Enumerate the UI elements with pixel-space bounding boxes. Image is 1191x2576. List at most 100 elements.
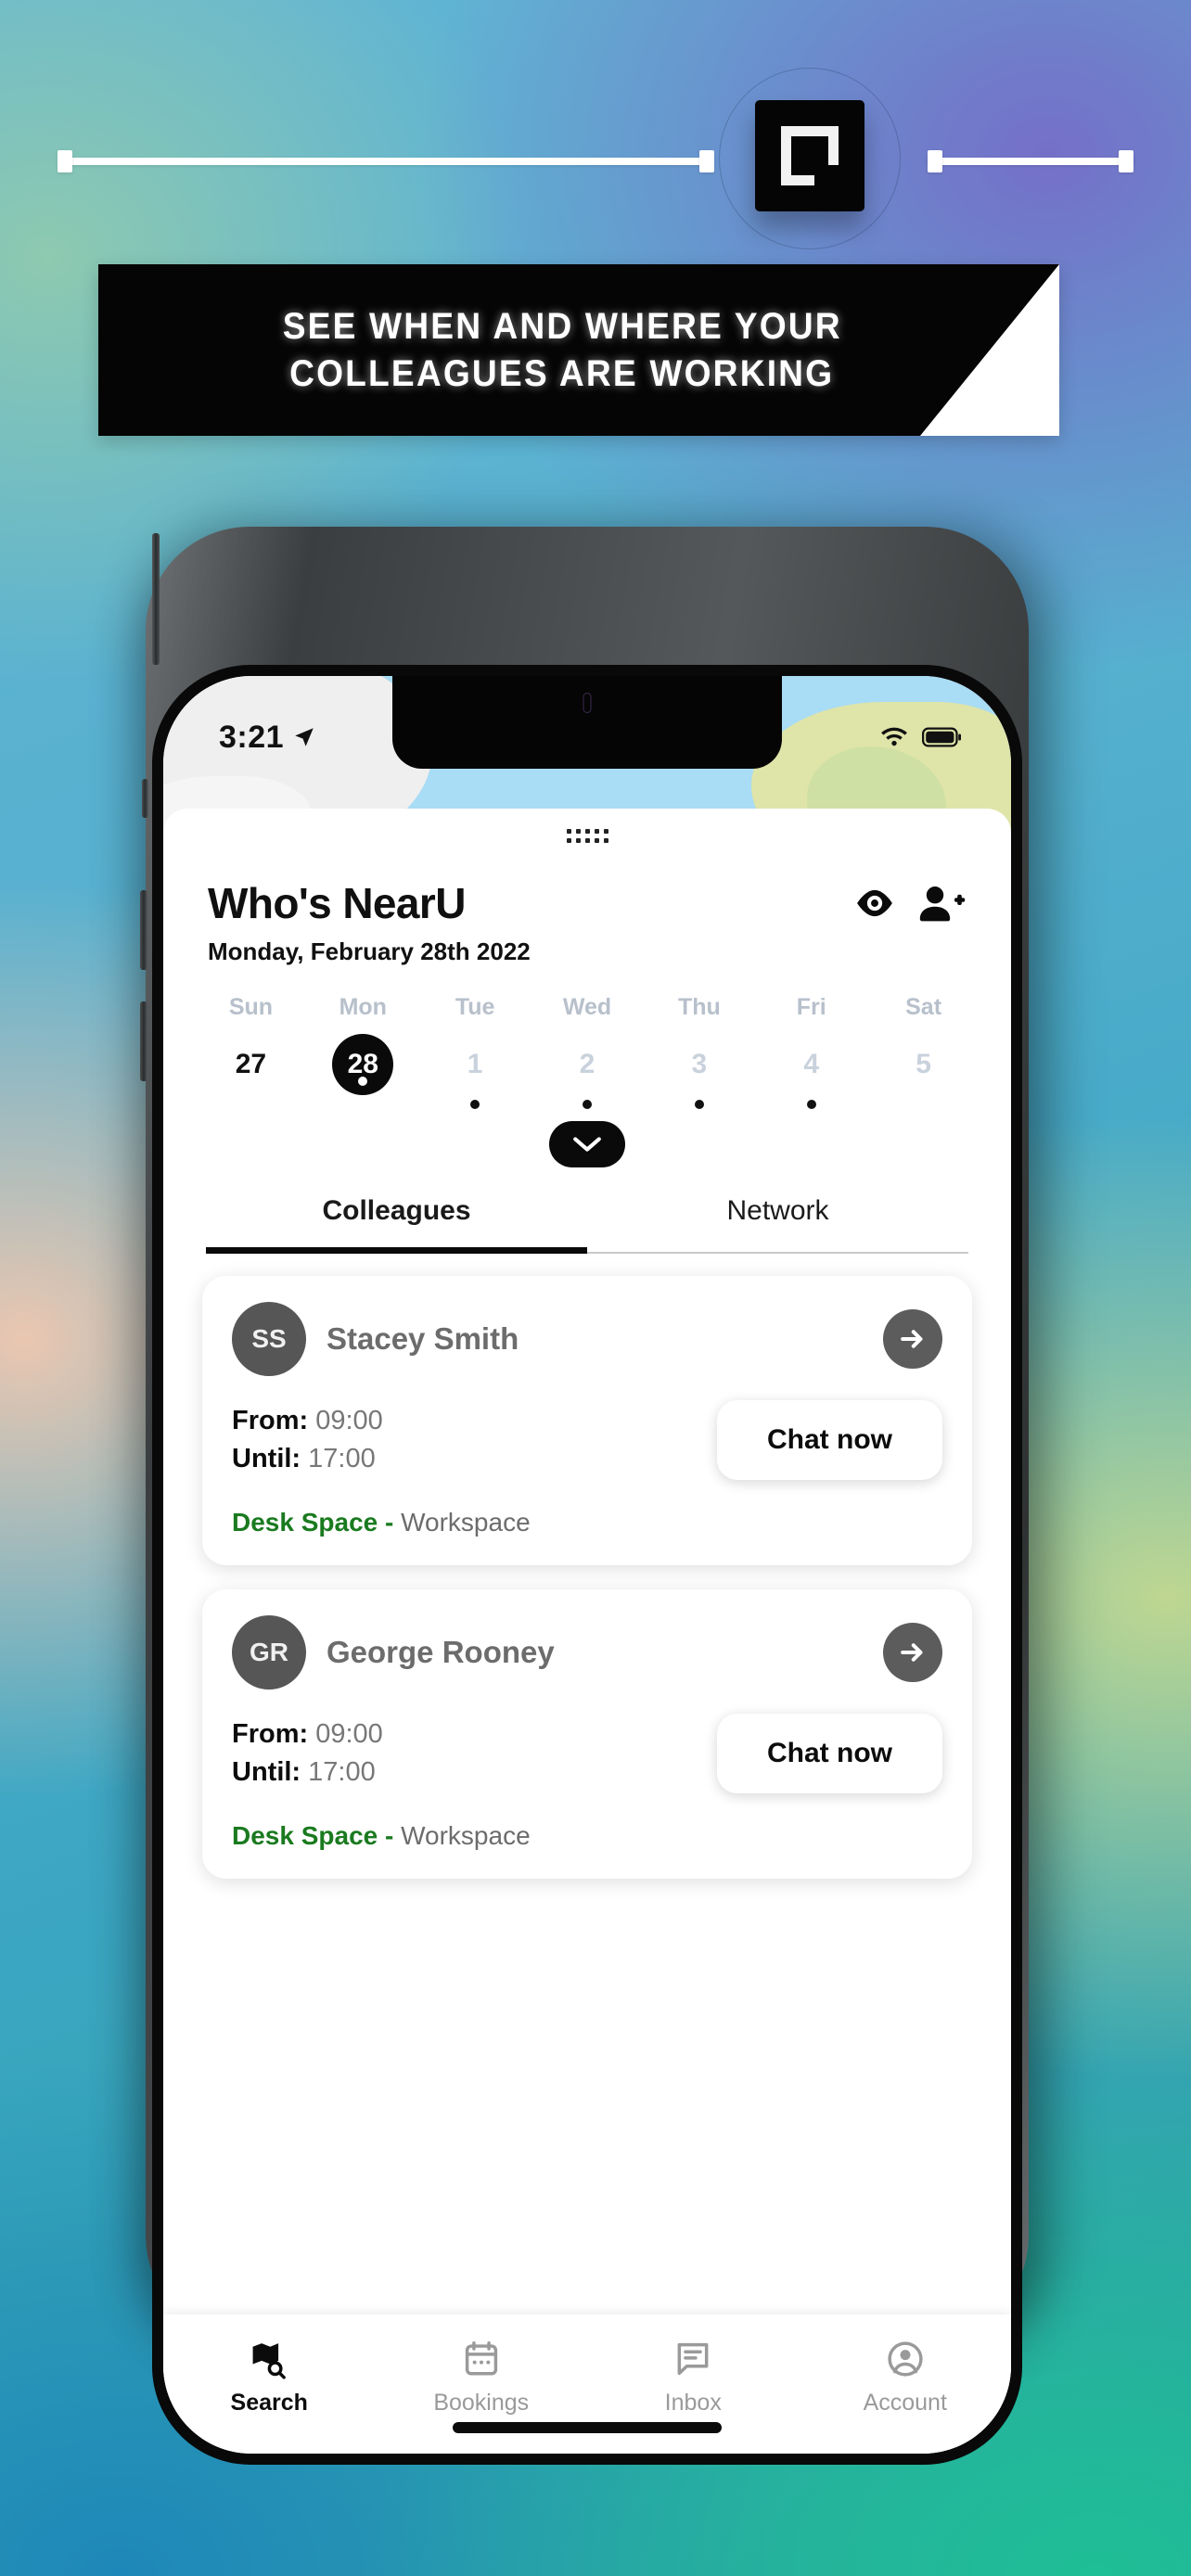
promo-headline: SEE WHEN AND WHERE YOUR COLLEAGUES ARE W… bbox=[98, 264, 1026, 436]
calendar-date-dot bbox=[470, 1100, 480, 1109]
account-circle-icon bbox=[888, 2341, 923, 2377]
calendar-day-name: Sun bbox=[228, 994, 274, 1020]
until-value: 17:00 bbox=[308, 1757, 376, 1787]
header-row: Who's NearU bbox=[208, 878, 967, 928]
calendar-date-cell[interactable]: 2 bbox=[531, 1034, 644, 1116]
nav-label-account: Account bbox=[863, 2390, 947, 2416]
calendar-date-number: 5 bbox=[916, 1049, 931, 1079]
card-header-row: SS Stacey Smith bbox=[232, 1302, 942, 1376]
message-icon bbox=[677, 2342, 709, 2376]
header-actions bbox=[853, 885, 967, 922]
open-profile-button[interactable] bbox=[883, 1309, 942, 1369]
chat-now-button[interactable]: Chat now bbox=[717, 1400, 942, 1480]
space-name: Workspace bbox=[401, 1821, 531, 1850]
calendar-date-cell[interactable]: 27 bbox=[195, 1034, 307, 1116]
from-time-line: From: 09:00 bbox=[232, 1406, 383, 1436]
nav-item-search[interactable]: Search bbox=[163, 2339, 376, 2417]
space-type: Desk Space - bbox=[232, 1508, 394, 1537]
from-label: From: bbox=[232, 1719, 309, 1749]
volume-down-button[interactable] bbox=[140, 1001, 147, 1081]
nav-label-inbox: Inbox bbox=[664, 2390, 722, 2416]
status-bar-time: 3:21 bbox=[219, 719, 285, 755]
nav-label-bookings: Bookings bbox=[433, 2390, 530, 2416]
map-search-icon bbox=[252, 2343, 287, 2379]
until-value: 17:00 bbox=[308, 1444, 376, 1473]
power-button[interactable] bbox=[152, 533, 160, 665]
connector-cap-inner-right bbox=[928, 150, 942, 172]
connector-cap-inner-left bbox=[699, 150, 714, 172]
page-header: Who's NearU Monday, February 28th 2022 bbox=[163, 843, 1011, 966]
connector-line-right bbox=[928, 158, 1133, 165]
calendar-date-cell[interactable]: 4 bbox=[755, 1034, 867, 1116]
header-date: Monday, February 28th 2022 bbox=[208, 937, 531, 965]
calendar-day-name: Wed bbox=[562, 994, 612, 1020]
from-time-line: From: 09:00 bbox=[232, 1719, 383, 1750]
calendar-date-cell[interactable]: 5 bbox=[867, 1034, 980, 1116]
calendar-day-name: Sat bbox=[905, 994, 942, 1020]
calendar-date-number: 1 bbox=[467, 1049, 483, 1079]
nav-item-inbox[interactable]: Inbox bbox=[587, 2339, 800, 2417]
colleague-list: SS Stacey Smith From: 09:00 Until: 17:00… bbox=[163, 1254, 1011, 2315]
calendar-date-number: 4 bbox=[803, 1049, 820, 1079]
calendar-date-cell[interactable]: 1 bbox=[419, 1034, 531, 1116]
space-info: Desk Space - Workspace bbox=[232, 1821, 942, 1851]
home-indicator[interactable] bbox=[453, 2422, 722, 2433]
location-arrow-icon bbox=[295, 728, 314, 746]
nav-item-account[interactable]: Account bbox=[800, 2339, 1012, 2417]
phone-device-frame: 3:21 Who's NearU Monday, February 28th 2… bbox=[140, 527, 1029, 2465]
wifi-icon bbox=[881, 727, 907, 746]
nav-item-bookings[interactable]: Bookings bbox=[376, 2339, 588, 2417]
until-time-line: Until: 17:00 bbox=[232, 1757, 383, 1788]
calendar-expand-row bbox=[195, 1121, 980, 1167]
avatar: SS bbox=[232, 1302, 306, 1376]
eye-icon[interactable] bbox=[853, 887, 896, 919]
drag-handle-dots-icon bbox=[566, 829, 608, 843]
phone-bezel: 3:21 Who's NearU Monday, February 28th 2… bbox=[152, 665, 1022, 2465]
open-profile-button[interactable] bbox=[883, 1623, 942, 1682]
calendar-date-number: 2 bbox=[579, 1049, 596, 1079]
connector-line-left bbox=[61, 158, 711, 165]
app-sheet: Who's NearU Monday, February 28th 2022 S… bbox=[163, 809, 1011, 2454]
segment-tabs: Colleagues Network bbox=[206, 1195, 968, 1254]
colleague-card[interactable]: GR George Rooney From: 09:00 Until: 17:0… bbox=[202, 1589, 972, 1879]
headline-line-2: COLLEAGUES ARE WORKING bbox=[289, 352, 835, 394]
schedule-times: From: 09:00 Until: 17:00 bbox=[232, 1406, 383, 1474]
calendar-date-dot bbox=[806, 1100, 816, 1109]
schedule-times: From: 09:00 Until: 17:00 bbox=[232, 1719, 383, 1788]
sheet-grabber[interactable] bbox=[163, 809, 1011, 843]
space-name: Workspace bbox=[401, 1508, 531, 1537]
chat-now-button[interactable]: Chat now bbox=[717, 1714, 942, 1793]
calendar-date-cell[interactable]: 3 bbox=[643, 1034, 755, 1116]
calendar-date-dot bbox=[582, 1100, 592, 1109]
until-label: Until: bbox=[232, 1444, 301, 1473]
space-type: Desk Space - bbox=[232, 1821, 394, 1850]
calendar-day-names: Sun Mon Tue Wed Thu Fri Sat bbox=[195, 994, 980, 1021]
avatar: GR bbox=[232, 1615, 306, 1690]
promo-banner: SEE WHEN AND WHERE YOUR COLLEAGUES ARE W… bbox=[98, 264, 1059, 436]
calendar-date-cell-selected[interactable]: 28 bbox=[307, 1034, 419, 1116]
headline-line-1: SEE WHEN AND WHERE YOUR bbox=[282, 305, 842, 347]
until-label: Until: bbox=[232, 1757, 301, 1787]
calendar-expand-button[interactable] bbox=[549, 1121, 625, 1167]
calendar-strip: Sun Mon Tue Wed Thu Fri Sat 27 28 1 2 3 … bbox=[163, 994, 1011, 1167]
app-logo-tile bbox=[755, 100, 864, 211]
tab-network[interactable]: Network bbox=[587, 1195, 968, 1254]
card-schedule-row: From: 09:00 Until: 17:00 Chat now bbox=[232, 1714, 942, 1793]
phone-screen: 3:21 Who's NearU Monday, February 28th 2… bbox=[163, 676, 1011, 2454]
app-logo-mark bbox=[781, 126, 839, 185]
volume-up-button[interactable] bbox=[140, 890, 147, 970]
calendar-day-name: Thu bbox=[677, 994, 721, 1020]
from-value: 09:00 bbox=[315, 1406, 383, 1435]
tab-colleagues[interactable]: Colleagues bbox=[206, 1195, 587, 1254]
connector-cap-far-right bbox=[1119, 150, 1133, 172]
chevron-down-icon bbox=[573, 1137, 601, 1152]
calendar-date-number: 27 bbox=[235, 1049, 267, 1079]
colleague-card[interactable]: SS Stacey Smith From: 09:00 Until: 17:00… bbox=[202, 1276, 972, 1565]
arrow-right-icon bbox=[901, 1330, 923, 1348]
silence-switch[interactable] bbox=[142, 779, 148, 818]
person-add-icon[interactable] bbox=[916, 885, 967, 922]
status-bar-right bbox=[878, 725, 961, 749]
calendar-dates: 27 28 1 2 3 4 5 bbox=[195, 1034, 980, 1116]
calendar-date-number: 28 bbox=[332, 1034, 394, 1095]
from-label: From: bbox=[232, 1406, 309, 1435]
